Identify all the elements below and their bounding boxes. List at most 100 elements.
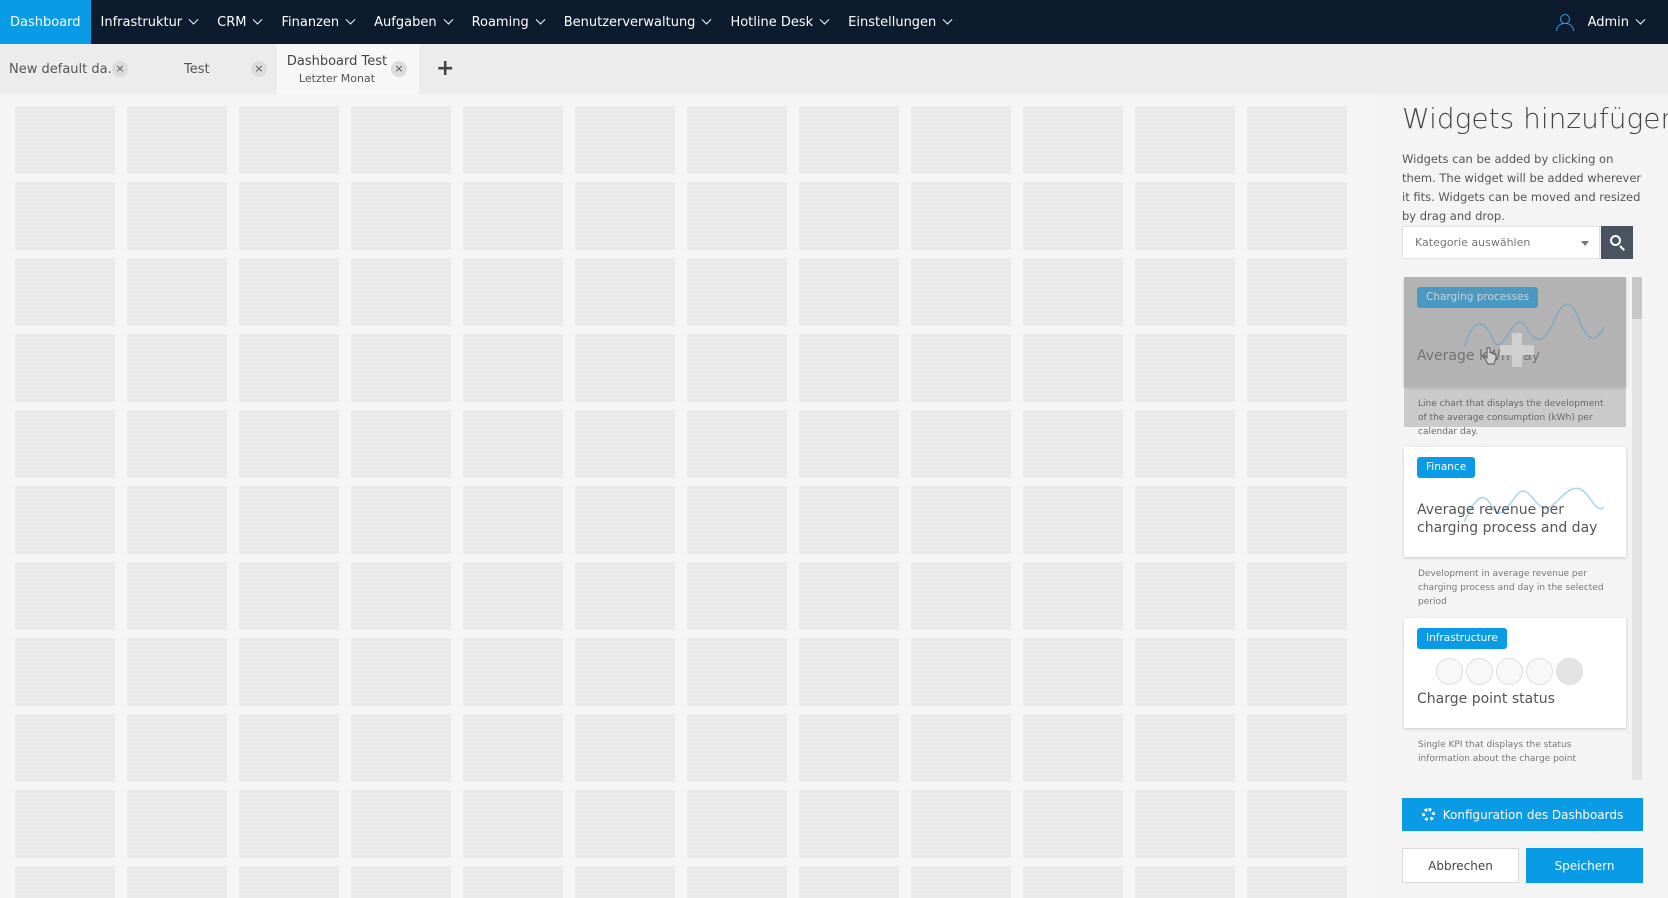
nav-finanzen[interactable]: Finanzen: [271, 0, 364, 44]
grid-cell: [1023, 334, 1123, 402]
nav-label: Roaming: [471, 14, 529, 30]
grid-cell: [351, 790, 451, 858]
grid-cell: [351, 486, 451, 554]
grid-cell: [687, 790, 787, 858]
tab-dashboard-test[interactable]: Dashboard Test Letzter Monat ×: [277, 44, 419, 94]
user-name: Admin: [1587, 14, 1629, 30]
grid-cell: [351, 714, 451, 782]
tab-new-default[interactable]: New default da... ×: [0, 44, 140, 94]
grid-cell: [127, 106, 227, 174]
grid-cell: [799, 106, 899, 174]
widget-title: Charge point status: [1417, 691, 1555, 707]
tab-test[interactable]: Test ×: [140, 44, 276, 94]
grid-cell: [127, 182, 227, 250]
plug-icon: [1496, 658, 1523, 685]
chevron-down-icon: [443, 14, 454, 25]
grid-cell: [1135, 714, 1235, 782]
grid-cell: [575, 410, 675, 478]
nav-infrastruktur[interactable]: Infrastruktur: [91, 0, 208, 44]
category-placeholder: Kategorie auswählen: [1415, 236, 1531, 249]
widget-card: Finance Average revenue per charging pro…: [1404, 447, 1626, 557]
grid-cell: [687, 714, 787, 782]
grid-cell: [911, 866, 1011, 898]
grid-cell: [15, 714, 115, 782]
grid-cell: [575, 106, 675, 174]
grid-cell: [799, 638, 899, 706]
plug-icon: [1466, 658, 1493, 685]
grid-cell: [351, 258, 451, 326]
category-select[interactable]: Kategorie auswählen: [1402, 226, 1600, 259]
grid-cell: [15, 410, 115, 478]
grid-cell: [463, 714, 563, 782]
panel-title: Widgets hinzufügen: [1402, 102, 1668, 135]
grid-cell: [799, 334, 899, 402]
grid-cell: [15, 562, 115, 630]
scrollbar-thumb[interactable]: [1632, 277, 1642, 319]
grid-cell: [127, 562, 227, 630]
widget-average-revenue[interactable]: Finance Average revenue per charging pro…: [1404, 447, 1626, 609]
grid-cell: [911, 334, 1011, 402]
grid-cell: [463, 486, 563, 554]
grid-cell: [1023, 790, 1123, 858]
close-icon[interactable]: ×: [391, 61, 407, 77]
panel-description: Widgets can be added by clicking on them…: [1402, 152, 1642, 223]
nav-dashboard[interactable]: Dashboard: [0, 0, 91, 50]
grid-cell: [799, 182, 899, 250]
user-icon: [1555, 14, 1574, 31]
widget-description: Single KPI that displays the status info…: [1418, 740, 1577, 764]
grid-cell: [463, 790, 563, 858]
grid-cell: [351, 638, 451, 706]
grid-cell: [799, 486, 899, 554]
widget-list-scrollbar[interactable]: [1632, 277, 1642, 780]
widget-charge-point-status[interactable]: Infrastructure Charge point status Singl…: [1404, 618, 1626, 766]
tab-label: New default da...: [9, 61, 120, 77]
grid-cell: [575, 334, 675, 402]
grid-cell: [239, 790, 339, 858]
nav-hotline-desk[interactable]: Hotline Desk: [720, 0, 838, 44]
search-button[interactable]: [1601, 226, 1633, 259]
chevron-down-icon: [535, 14, 546, 25]
nav-einstellungen[interactable]: Einstellungen: [838, 0, 961, 44]
grid-cell: [463, 638, 563, 706]
grid-cell: [799, 866, 899, 898]
close-icon[interactable]: ×: [112, 61, 128, 77]
widget-description: Development in average revenue per charg…: [1418, 569, 1604, 607]
close-icon[interactable]: ×: [251, 61, 267, 77]
save-button[interactable]: Speichern: [1526, 848, 1643, 883]
grid-cell: [1135, 106, 1235, 174]
widget-average-kwh[interactable]: Charging processes Average kWh day Line …: [1404, 277, 1626, 439]
cancel-button[interactable]: Abbrechen: [1402, 848, 1519, 883]
dashboard-tabbar: New default da... × Test × Dashboard Tes…: [0, 44, 1668, 94]
nav-aufgaben[interactable]: Aufgaben: [364, 0, 461, 44]
grid-cell: [911, 486, 1011, 554]
grid-cell: [687, 866, 787, 898]
grid-cell: [1023, 410, 1123, 478]
grid-cell: [911, 258, 1011, 326]
dashboard-grid: [0, 94, 1372, 898]
grid-cell: [239, 410, 339, 478]
grid-cell: [351, 334, 451, 402]
user-menu[interactable]: Admin: [1555, 0, 1646, 44]
grid-cell: [1023, 182, 1123, 250]
grid-cell: [575, 562, 675, 630]
grid-cell: [239, 334, 339, 402]
grid-cell: [1247, 334, 1347, 402]
dashboard-config-button[interactable]: Konfiguration des Dashboards: [1402, 798, 1643, 831]
grid-cell: [687, 106, 787, 174]
nav-label: Infrastruktur: [100, 14, 183, 30]
nav-crm[interactable]: CRM: [207, 0, 271, 44]
grid-cell: [127, 486, 227, 554]
grid-cell: [1135, 562, 1235, 630]
grid-cell: [239, 866, 339, 898]
grid-cell: [911, 106, 1011, 174]
grid-cell: [1247, 106, 1347, 174]
grid-cell: [127, 258, 227, 326]
grid-cell: [1135, 638, 1235, 706]
nav-roaming[interactable]: Roaming: [462, 0, 554, 44]
plug-icon: [1556, 658, 1583, 685]
nav-benutzerverwaltung[interactable]: Benutzerverwaltung: [554, 0, 721, 44]
add-tab-button[interactable]: +: [436, 58, 454, 80]
grid-cell: [15, 106, 115, 174]
grid-cell: [351, 866, 451, 898]
category-badge: Infrastructure: [1417, 628, 1507, 649]
